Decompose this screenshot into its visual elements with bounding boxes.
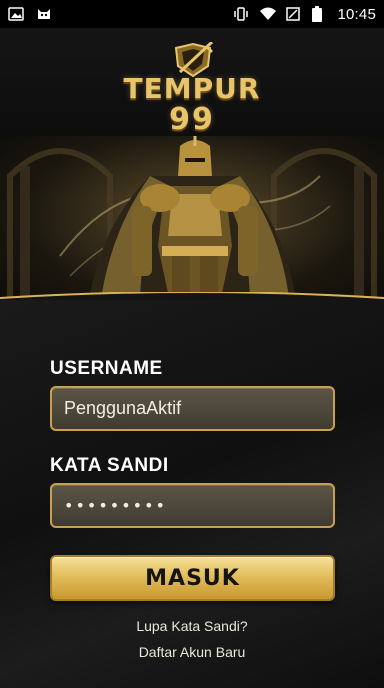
login-button-label: MASUK [145, 565, 240, 591]
login-button[interactable]: MASUK [50, 555, 335, 601]
register-link[interactable]: Daftar Akun Baru [0, 644, 384, 660]
status-bar: 10:45 [0, 0, 384, 28]
forgot-password-link[interactable]: Lupa Kata Sandi? [0, 618, 384, 634]
app-icon [36, 6, 52, 22]
header: TEMPUR 99 [0, 28, 384, 137]
no-sim-icon [285, 6, 301, 22]
password-field[interactable]: ••••••••• [50, 483, 335, 528]
battery-icon [311, 6, 327, 22]
vibrate-icon [233, 6, 249, 22]
password-label: KATA SANDI [50, 455, 169, 476]
username-input[interactable] [64, 398, 321, 419]
username-field[interactable] [50, 386, 335, 431]
logo-title: TEMPUR [123, 72, 261, 105]
logo-number: 99 [169, 102, 215, 137]
clock: 10:45 [337, 5, 376, 23]
password-input[interactable]: ••••••••• [64, 496, 167, 515]
username-label: USERNAME [50, 358, 163, 379]
wifi-icon [259, 6, 277, 22]
image-icon [8, 6, 24, 22]
hero-knight-artwork [0, 136, 384, 312]
